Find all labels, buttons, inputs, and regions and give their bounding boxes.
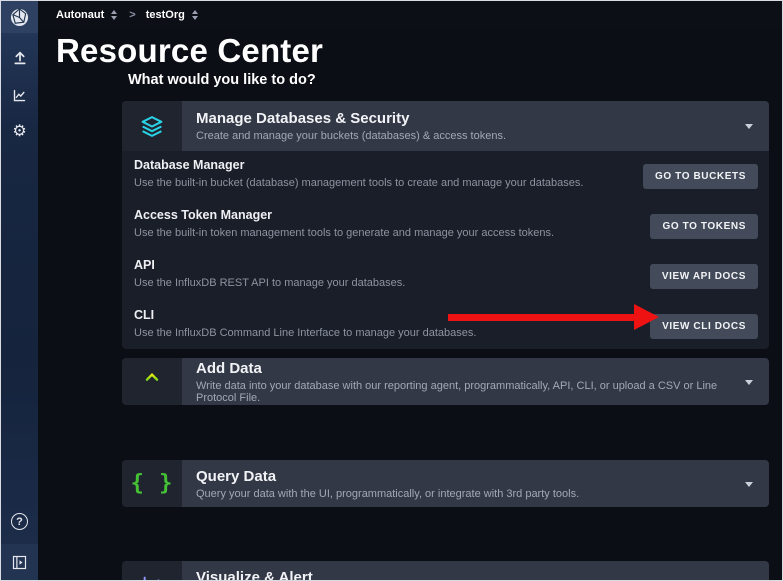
influxdb-logo-icon bbox=[10, 8, 29, 27]
panel-visualize-text: Visualize & Alert Integrate with 3rd par… bbox=[182, 561, 769, 581]
row-description: Use the built-in token management tools … bbox=[134, 227, 654, 239]
upload-icon bbox=[141, 371, 163, 393]
panel-add-data-text: Add Data Write data into your database w… bbox=[182, 358, 769, 405]
row-description: Use the InfluxDB REST API to manage your… bbox=[134, 277, 654, 289]
chevron-down-icon[interactable] bbox=[745, 482, 753, 487]
row-database-manager: Database Manager Use the built-in bucket… bbox=[134, 158, 654, 189]
row-title: Access Token Manager bbox=[134, 208, 654, 222]
panel-manage-icon-cell bbox=[122, 101, 182, 151]
expand-sidebar-icon bbox=[12, 555, 27, 570]
gear-icon: ⚙ bbox=[12, 124, 26, 140]
sidebar-item-settings[interactable]: ⚙ bbox=[8, 121, 32, 143]
panel-manage-header-text: Manage Databases & Security Create and m… bbox=[182, 101, 769, 151]
panel-query-data[interactable]: { } Query Data Query your data with the … bbox=[122, 460, 769, 507]
panel-add-data-icon-cell bbox=[122, 358, 182, 405]
panel-add-data-description: Write data into your database with our r… bbox=[196, 380, 755, 404]
panel-add-data-title: Add Data bbox=[196, 360, 755, 377]
panel-query-data-title: Query Data bbox=[196, 468, 755, 485]
breadcrumb: Autonaut > testOrg bbox=[38, 1, 782, 29]
panel-visualize-title: Visualize & Alert bbox=[196, 569, 755, 581]
resource-center-page: ⚙ ? Autonaut > testOrg Resource Center W… bbox=[0, 0, 783, 581]
chevron-down-icon[interactable] bbox=[745, 380, 753, 385]
panel-add-data[interactable]: Add Data Write data into your database w… bbox=[122, 358, 769, 405]
view-api-docs-button[interactable]: VIEW API DOCS bbox=[650, 264, 758, 289]
org-switcher-icon[interactable] bbox=[111, 10, 117, 20]
panel-visualize-alert[interactable]: Visualize & Alert Integrate with 3rd par… bbox=[122, 561, 769, 581]
panel-manage-header[interactable]: Manage Databases & Security Create and m… bbox=[122, 101, 769, 151]
panel-query-data-icon-cell: { } bbox=[122, 460, 182, 507]
sidebar-item-data-explorer[interactable] bbox=[8, 84, 32, 106]
go-to-tokens-button[interactable]: GO TO TOKENS bbox=[650, 214, 758, 239]
page-subtitle: What would you like to do? bbox=[128, 72, 316, 88]
panel-visualize-icon-cell bbox=[122, 561, 182, 581]
upload-icon bbox=[12, 50, 28, 66]
view-cli-docs-button[interactable]: VIEW CLI DOCS bbox=[650, 314, 758, 339]
breadcrumb-separator: > bbox=[129, 9, 135, 21]
row-api: API Use the InfluxDB REST API to manage … bbox=[134, 258, 654, 289]
panel-manage-databases: Manage Databases & Security Create and m… bbox=[122, 101, 769, 349]
panel-manage-title: Manage Databases & Security bbox=[196, 110, 755, 127]
layers-icon bbox=[139, 114, 165, 139]
row-description: Use the InfluxDB Command Line Interface … bbox=[134, 327, 654, 339]
breadcrumb-org[interactable]: Autonaut bbox=[56, 9, 104, 21]
go-to-buckets-button[interactable]: GO TO BUCKETS bbox=[643, 164, 758, 189]
panel-manage-description: Create and manage your buckets (database… bbox=[196, 130, 755, 142]
graph-icon bbox=[12, 88, 27, 103]
sidebar-nav: ⚙ bbox=[1, 47, 38, 143]
row-title: API bbox=[134, 258, 654, 272]
sidebar-item-load-data[interactable] bbox=[8, 47, 32, 69]
page-title: Resource Center bbox=[56, 32, 323, 70]
breadcrumb-account[interactable]: testOrg bbox=[146, 9, 185, 21]
sidebar-bottom: ? bbox=[1, 513, 38, 580]
row-access-token-manager: Access Token Manager Use the built-in to… bbox=[134, 208, 654, 239]
row-cli: CLI Use the InfluxDB Command Line Interf… bbox=[134, 308, 654, 339]
row-title: Database Manager bbox=[134, 158, 654, 172]
sidebar: ⚙ ? bbox=[1, 1, 38, 580]
help-icon[interactable]: ? bbox=[11, 513, 28, 530]
account-switcher-icon[interactable] bbox=[192, 10, 198, 20]
panel-query-data-description: Query your data with the UI, programmati… bbox=[196, 488, 755, 500]
sidebar-item-expand[interactable] bbox=[1, 544, 38, 580]
panel-query-data-text: Query Data Query your data with the UI, … bbox=[182, 460, 769, 507]
chevron-down-icon[interactable] bbox=[745, 124, 753, 129]
row-title: CLI bbox=[134, 308, 654, 322]
line-chart-icon bbox=[141, 574, 163, 581]
row-description: Use the built-in bucket (database) manag… bbox=[134, 177, 654, 189]
influxdb-logo[interactable] bbox=[1, 1, 38, 33]
braces-icon: { } bbox=[131, 471, 174, 496]
